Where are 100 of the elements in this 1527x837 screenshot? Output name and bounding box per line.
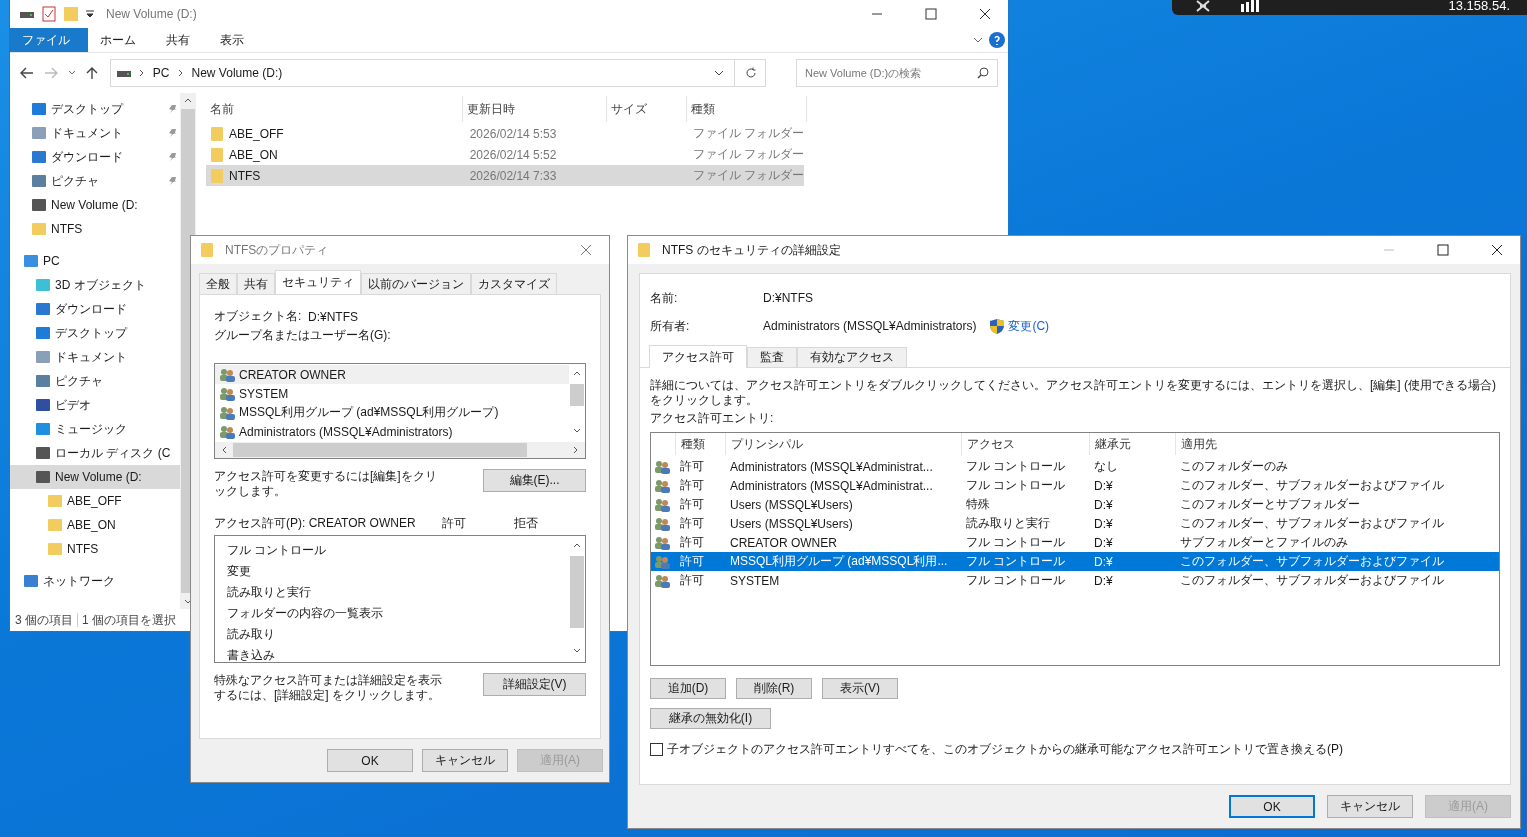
scroll-down-icon[interactable]	[573, 428, 581, 434]
nav-item[interactable]: デスクトップ	[10, 321, 180, 345]
nav-item[interactable]: ミュージック	[10, 417, 180, 441]
maximize-icon[interactable]	[1437, 244, 1449, 256]
permission-entry[interactable]: 許可 CREATOR OWNER フル コントロール D:¥ サブフォルダーとファイルのみ	[651, 533, 1499, 552]
dropdown-icon[interactable]	[714, 69, 724, 77]
tab[interactable]: アクセス許可	[649, 345, 747, 368]
dialog-button[interactable]: OK	[1229, 795, 1315, 818]
nav-item[interactable]: ABE_ON	[10, 513, 180, 537]
close-icon[interactable]	[979, 8, 991, 20]
nav-item[interactable]: ABE_OFF	[10, 489, 180, 513]
scroll-thumb[interactable]	[233, 443, 527, 457]
ribbon-tab[interactable]: 表示	[208, 28, 262, 52]
nav-item[interactable]: NTFS	[10, 217, 180, 241]
edit-button[interactable]: 編集(E)...	[483, 469, 586, 492]
nav-item[interactable]: New Volume (D:	[10, 193, 180, 217]
file-row[interactable]: NTFS 2026/02/14 7:33 ファイル フォルダー	[206, 165, 804, 186]
dropdown-icon[interactable]	[86, 10, 94, 18]
back-icon[interactable]	[20, 67, 34, 79]
column-header[interactable]: 適用先	[1175, 433, 1499, 455]
change-link[interactable]: 変更(C)	[1008, 317, 1050, 335]
file-row[interactable]: ABE_ON 2026/02/14 5:52 ファイル フォルダー	[206, 144, 804, 165]
file-row[interactable]: ABE_OFF 2026/02/14 5:53 ファイル フォルダー	[206, 123, 804, 144]
nav-item[interactable]: デスクトップ	[10, 97, 180, 121]
column-header[interactable]: 種類	[687, 96, 807, 122]
user-list[interactable]: CREATOR OWNER SYSTEM MSSQL利用グループ (ad¥MSSQL利用グループ) Administrators (MSSQL¥Administrators)	[214, 363, 586, 459]
scroll-right-icon[interactable]	[573, 446, 579, 454]
close-icon[interactable]	[1491, 244, 1503, 256]
column-header[interactable]: 更新日時	[463, 96, 607, 122]
entry-button[interactable]: 削除(R)	[736, 678, 812, 699]
entry-button[interactable]: 追加(D)	[650, 678, 726, 699]
breadcrumb[interactable]: New Volume (D:)	[191, 66, 283, 80]
folder-icon	[211, 168, 223, 183]
search-field[interactable]: New Volume (D:)の検索	[796, 59, 998, 87]
permission-entry[interactable]: 許可 Administrators (MSSQL¥Administrat... フル コントロール D:¥ このフォルダー、サブフォルダーおよびファイル	[651, 476, 1499, 495]
nav-item[interactable]: ピクチャ	[10, 369, 180, 393]
address-bar[interactable]: PC New Volume (D:)	[109, 59, 766, 87]
nav-item[interactable]: ダウンロード	[10, 145, 180, 169]
nav-item[interactable]: ドキュメント	[10, 121, 180, 145]
nav-item[interactable]: PC	[10, 249, 180, 273]
permission-entry[interactable]: 許可 SYSTEM フル コントロール D:¥ このフォルダー、サブフォルダーおよびファイル	[651, 571, 1499, 590]
recent-icon[interactable]	[67, 70, 76, 76]
nav-item[interactable]: ネットワーク	[10, 569, 180, 593]
column-header[interactable]: 継承元	[1089, 433, 1175, 455]
checkbox[interactable]	[650, 743, 663, 756]
advanced-button[interactable]: 詳細設定(V)	[483, 673, 586, 696]
nav-item[interactable]: ビデオ	[10, 393, 180, 417]
column-header[interactable]: アクセス	[961, 433, 1089, 455]
user-item[interactable]: Administrators (MSSQL¥Administrators)	[215, 422, 569, 441]
tab[interactable]: セキュリティ	[275, 270, 361, 294]
dialog-button[interactable]: キャンセル	[1327, 795, 1413, 818]
scroll-up-icon[interactable]	[184, 97, 192, 103]
ribbon-tab[interactable]: ファイル	[10, 28, 88, 52]
tab[interactable]: 有効なアクセス	[797, 347, 907, 367]
scroll-up-icon[interactable]	[573, 542, 581, 548]
entry-type: 許可	[679, 572, 705, 589]
tab[interactable]: 監査	[747, 347, 797, 367]
ribbon-tab[interactable]: ホーム	[88, 28, 154, 52]
disable-inheritance-button[interactable]: 継承の無効化(I)	[650, 708, 771, 729]
dialog-button[interactable]: キャンセル	[422, 749, 508, 772]
permission-entry[interactable]: 許可 Administrators (MSSQL¥Administrat... フル コントロール なし このフォルダーのみ	[651, 457, 1499, 476]
tab[interactable]: 全般	[199, 273, 237, 294]
up-icon[interactable]	[85, 66, 98, 80]
user-item[interactable]: CREATOR OWNER	[215, 365, 569, 384]
user-item[interactable]: MSSQL利用グループ (ad¥MSSQL利用グループ)	[215, 403, 569, 422]
tab[interactable]: カスタマイズ	[471, 273, 557, 294]
column-header[interactable]: 種類	[675, 433, 725, 455]
permission-entry[interactable]: 許可 MSSQL利用グループ (ad¥MSSQL利用... フル コントロール D:¥ このフォルダー、サブフォルダーおよびファイル	[651, 552, 1499, 571]
item-count: 3 個の項目	[15, 611, 73, 629]
scroll-down-icon[interactable]	[573, 648, 581, 654]
nav-item[interactable]: ダウンロード	[10, 297, 180, 321]
maximize-icon[interactable]	[925, 8, 937, 20]
ribbon-tab[interactable]: 共有	[154, 28, 208, 52]
entry-button[interactable]: 表示(V)	[822, 678, 898, 699]
scroll-thumb[interactable]	[570, 384, 584, 406]
dialog-button[interactable]: OK	[327, 749, 413, 772]
permission-entry[interactable]: 許可 Users (MSSQL¥Users) 読み取りと実行 D:¥ このフォルダー、サブフォルダーおよびファイル	[651, 514, 1499, 533]
scroll-thumb[interactable]	[570, 556, 584, 628]
column-header[interactable]: プリンシパル	[725, 433, 961, 455]
scroll-down-icon[interactable]	[184, 599, 192, 605]
column-header[interactable]: 名前	[206, 96, 463, 122]
scroll-up-icon[interactable]	[573, 370, 581, 376]
nav-item[interactable]: ピクチャ	[10, 169, 180, 193]
permission-entry[interactable]: 許可 Users (MSSQL¥Users) 特殊 D:¥ このフォルダーとサブフォルダー	[651, 495, 1499, 514]
user-item[interactable]: SYSTEM	[215, 384, 569, 403]
nav-item[interactable]: NTFS	[10, 537, 180, 561]
breadcrumb[interactable]: PC	[152, 66, 170, 80]
chevron-icon[interactable]	[973, 36, 983, 44]
scroll-left-icon[interactable]	[221, 446, 227, 454]
nav-item[interactable]: 3D オブジェクト	[10, 273, 180, 297]
tab[interactable]: 以前のバージョン	[361, 273, 471, 294]
nav-item[interactable]: New Volume (D:	[10, 465, 180, 489]
nav-item[interactable]: ドキュメント	[10, 345, 180, 369]
tab[interactable]: 共有	[237, 273, 275, 294]
properties-icon[interactable]	[42, 6, 56, 22]
unpin-icon[interactable]	[1194, 0, 1212, 12]
nav-item[interactable]: ローカル ディスク (C	[10, 441, 180, 465]
refresh-icon[interactable]	[745, 67, 757, 79]
help-icon[interactable]	[989, 32, 1005, 48]
column-header[interactable]: サイズ	[607, 96, 687, 122]
